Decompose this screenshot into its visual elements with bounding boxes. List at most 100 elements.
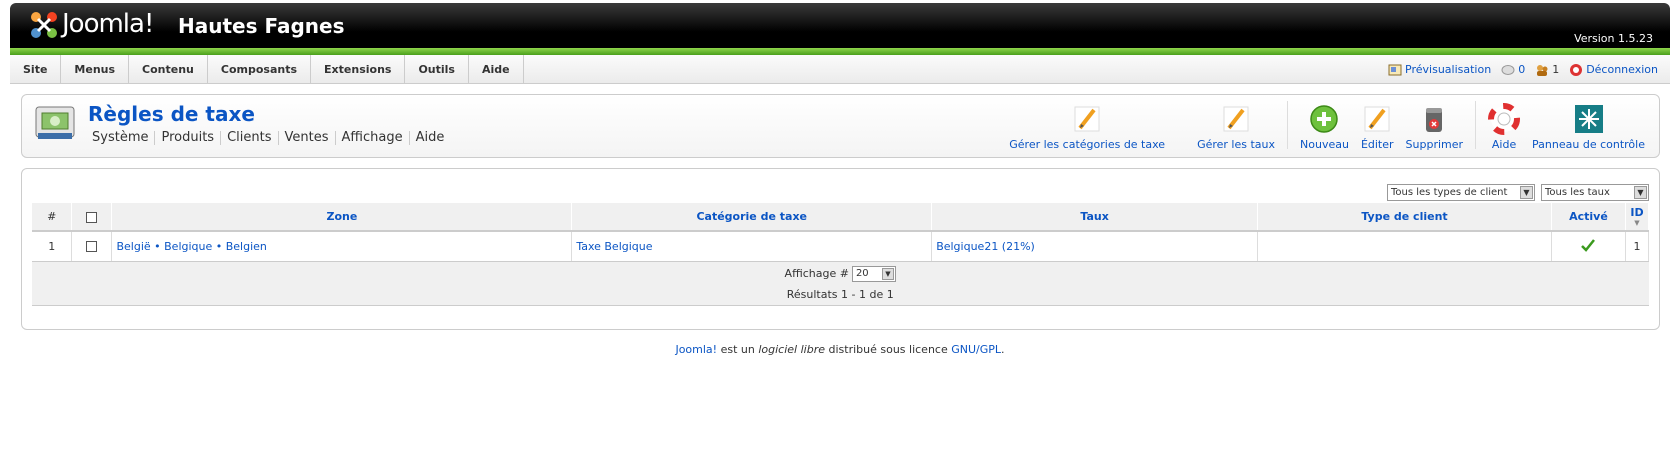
control-panel-label: Panneau de contrôle — [1532, 138, 1645, 151]
chevron-down-icon: ▼ — [881, 267, 894, 280]
menu-site[interactable]: Site — [10, 55, 62, 84]
menu-components[interactable]: Composants — [208, 55, 312, 84]
footer: Joomla! est un logiciel libre distribué … — [0, 343, 1680, 356]
header-accent-bar — [10, 48, 1670, 55]
pagination: Affichage # 20 ▼ Résultats 1 - 1 de 1 — [32, 261, 1649, 306]
submenu-products[interactable]: Produits — [154, 131, 220, 145]
header-active[interactable]: Activé — [1551, 203, 1626, 232]
users-count: 1 — [1552, 63, 1560, 76]
trash-icon — [1426, 108, 1443, 132]
pencil-icon — [1223, 106, 1249, 132]
footer-end: . — [1001, 343, 1005, 356]
row-num: 1 — [32, 231, 73, 262]
manage-tax-categories-label: Gérer les catégories de taxe — [1009, 138, 1166, 151]
users-indicator[interactable]: 1 — [1535, 63, 1559, 77]
header-zone[interactable]: Zone — [111, 203, 573, 232]
header-rate[interactable]: Taux — [931, 203, 1259, 232]
edit-label: Éditer — [1360, 138, 1394, 151]
footer-text-2: distribué sous licence — [824, 343, 952, 356]
joomla-logo-icon — [31, 12, 57, 38]
submenu-sales[interactable]: Ventes — [277, 131, 335, 145]
help-button[interactable]: Aide — [1482, 99, 1526, 151]
client-type-filter-value: Tous les types de client — [1391, 187, 1508, 198]
client-type-filter[interactable]: Tous les types de client ▼ — [1387, 184, 1535, 201]
version-label: Version 1.5.23 — [1574, 32, 1653, 45]
menu-help[interactable]: Aide — [469, 55, 524, 84]
tax-rules-table: # Zone Catégorie de taxe Taux Type de cl… — [32, 203, 1650, 306]
delete-label: Supprimer — [1405, 138, 1464, 151]
chevron-down-icon: ▼ — [1520, 186, 1533, 199]
row-zone-link[interactable]: België • Belgique • Belgien — [116, 240, 266, 253]
add-icon — [1310, 105, 1339, 133]
row-rate-link[interactable]: Belgique21 (21%) — [936, 240, 1035, 253]
menu-tools[interactable]: Outils — [405, 55, 469, 84]
display-count-label: Affichage # — [784, 267, 849, 280]
pencil-icon — [1074, 106, 1100, 132]
select-all-checkbox[interactable] — [86, 211, 98, 223]
submenu-clients[interactable]: Clients — [220, 131, 277, 145]
footer-joomla-link[interactable]: Joomla! — [675, 343, 717, 356]
new-button[interactable]: Nouveau — [1294, 99, 1355, 151]
menu-menus[interactable]: Menus — [61, 55, 130, 84]
toolbar-divider — [1475, 101, 1477, 149]
preview-label[interactable]: Prévisualisation — [1405, 63, 1491, 76]
logout-link[interactable]: Déconnexion — [1569, 63, 1658, 77]
footer-free-software: logiciel libre — [758, 343, 825, 356]
action-toolbar: Gérer les catégories de taxe Gérer les t… — [1003, 99, 1651, 155]
table-header-row: # Zone Catégorie de taxe Taux Type de cl… — [32, 203, 1650, 232]
users-icon — [1537, 64, 1548, 76]
submenu-display[interactable]: Affichage — [334, 131, 409, 145]
edit-button[interactable]: Éditer — [1355, 99, 1400, 151]
manage-rates-button[interactable]: Gérer les taux — [1191, 99, 1281, 151]
rate-filter-value: Tous les taux — [1545, 187, 1610, 198]
submenu-system[interactable]: Système — [92, 131, 154, 145]
messages-link[interactable]: 0 — [1501, 63, 1525, 77]
site-name: Hautes Fagnes — [178, 14, 345, 38]
tax-money-icon — [35, 106, 75, 139]
top-header: Joomla! Hautes Fagnes Version 1.5.23 — [10, 3, 1670, 51]
delete-button[interactable]: Supprimer — [1400, 99, 1470, 151]
display-count-select[interactable]: 20 ▼ — [851, 265, 896, 282]
help-label: Aide — [1491, 138, 1517, 151]
row-active — [1551, 231, 1626, 262]
sort-desc-icon: ▼ — [1634, 219, 1640, 227]
messages-icon — [1501, 64, 1515, 75]
lifebuoy-icon — [1488, 103, 1521, 135]
chevron-down-icon: ▼ — [1634, 186, 1647, 199]
component-submenu: Système Produits Clients Ventes Affichag… — [92, 131, 450, 145]
joomla-wordmark: Joomla! — [62, 9, 154, 39]
display-count-line: Affichage # 20 ▼ — [36, 265, 1645, 282]
header-client-type[interactable]: Type de client — [1257, 203, 1552, 232]
table-row: 1 België • Belgique • Belgien Taxe Belgi… — [32, 231, 1650, 262]
messages-count[interactable]: 0 — [1518, 63, 1525, 76]
logout-icon — [1570, 63, 1583, 76]
main-menu-bar: Site Menus Contenu Composants Extensions… — [10, 55, 1670, 84]
row-category-link[interactable]: Taxe Belgique — [576, 240, 652, 253]
header-id-label: ID — [1630, 206, 1644, 219]
submenu-help[interactable]: Aide — [408, 131, 451, 145]
toolbar-box: Règles de taxe Système Produits Clients … — [21, 94, 1660, 158]
table-footer-row: Affichage # 20 ▼ Résultats 1 - 1 de 1 — [32, 261, 1649, 306]
rate-filter[interactable]: Tous les taux ▼ — [1541, 184, 1649, 201]
page-title: Règles de taxe — [88, 102, 255, 126]
header-category[interactable]: Catégorie de taxe — [571, 203, 933, 232]
new-label: Nouveau — [1300, 138, 1349, 151]
row-category: Taxe Belgique — [571, 231, 933, 262]
row-zone: België • Belgique • Belgien — [111, 231, 573, 262]
footer-license-link[interactable]: GNU/GPL — [951, 343, 1001, 356]
content-box: Tous les types de client ▼ Tous les taux… — [21, 168, 1660, 330]
row-checkbox[interactable] — [86, 241, 98, 253]
filters: Tous les types de client ▼ Tous les taux… — [1387, 184, 1649, 201]
menu-extensions[interactable]: Extensions — [311, 55, 406, 84]
preview-link[interactable]: Prévisualisation — [1388, 63, 1491, 77]
manage-tax-categories-button[interactable]: Gérer les catégories de taxe — [1003, 99, 1171, 151]
control-panel-button[interactable]: Panneau de contrôle — [1526, 99, 1651, 151]
pencil-icon — [1364, 106, 1390, 132]
menu-content[interactable]: Contenu — [129, 55, 208, 84]
header-select-all — [71, 203, 113, 232]
display-count-value: 20 — [855, 267, 869, 279]
header-id[interactable]: ID ▼ — [1625, 203, 1650, 232]
row-client-type — [1257, 231, 1552, 262]
checkmark-icon[interactable] — [1580, 238, 1596, 252]
logout-label[interactable]: Déconnexion — [1586, 63, 1658, 76]
